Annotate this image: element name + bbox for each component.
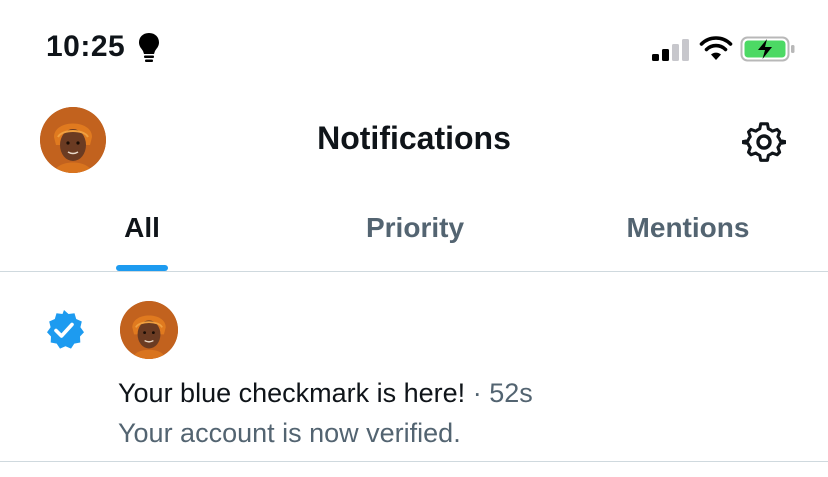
notification-timestamp: 52s — [489, 378, 533, 408]
lightbulb-icon — [139, 33, 159, 62]
notifications-screen: 10:25 Notifications All Priority Mention… — [0, 0, 828, 477]
tab-priority[interactable]: Priority — [340, 212, 490, 244]
notification-headline: Your blue checkmark is here! · 52s — [118, 378, 533, 409]
notification-title: Your blue checkmark is here! — [118, 378, 466, 408]
tab-all[interactable]: All — [116, 212, 168, 244]
notification-divider — [0, 461, 828, 462]
battery-charging-icon — [740, 36, 795, 62]
tabs-divider — [0, 271, 828, 272]
verified-badge-icon — [47, 310, 84, 349]
notification-subtitle: Your account is now verified. — [118, 418, 461, 448]
page-title: Notifications — [317, 120, 511, 156]
cellular-signal-icon — [652, 39, 689, 61]
gear-icon[interactable] — [742, 120, 786, 164]
notification-separator: · — [465, 378, 490, 408]
tab-mentions[interactable]: Mentions — [612, 212, 764, 244]
notification-avatar[interactable] — [120, 301, 178, 359]
wifi-icon — [699, 36, 733, 60]
status-time: 10:25 — [46, 30, 126, 63]
